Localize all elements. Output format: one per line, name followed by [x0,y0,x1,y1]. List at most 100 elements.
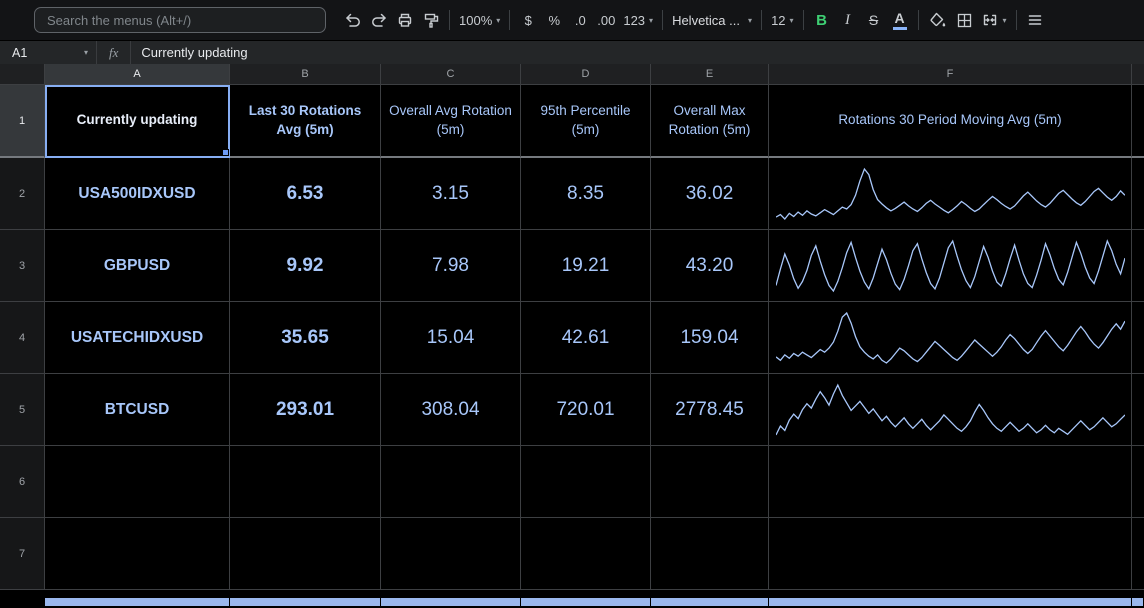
cell-A5[interactable]: BTCUSD [45,374,230,446]
cell-C2[interactable]: 3.15 [381,158,521,230]
paint-format-button[interactable] [418,7,444,33]
cell-D3[interactable]: 19.21 [521,230,651,302]
cell-C5[interactable]: 308.04 [381,374,521,446]
fill-handle[interactable] [222,149,229,156]
cell-A3[interactable]: GBPUSD [45,230,230,302]
chevron-down-icon: ▾ [1002,15,1007,25]
formula-bar: A1 ▾ fx Currently updating [0,40,1144,64]
increase-decimal-button[interactable]: .00 [593,7,619,33]
cell-E4[interactable]: 159.04 [651,302,769,374]
row-header-5[interactable]: 5 [0,374,45,446]
cell-A4[interactable]: USATECHIDXUSD [45,302,230,374]
merge-cells-button[interactable]: ▾ [977,7,1011,33]
bottom-row-band [1132,590,1144,608]
toolbar: 100%▾ $ % .0 .00 123▾ Helvetica ...▾ 12▾… [0,0,1144,40]
select-all-corner[interactable] [0,64,45,85]
cell-A7[interactable] [45,518,230,590]
cell-A2[interactable]: USA500IDXUSD [45,158,230,230]
font-size-value: 12 [771,12,786,28]
cell-F2[interactable] [769,158,1132,230]
cell-E2[interactable]: 36.02 [651,158,769,230]
italic-button[interactable]: I [835,7,861,33]
chevron-down-icon: ▾ [748,15,753,25]
column-header-b[interactable]: B [230,64,381,85]
strikethrough-button[interactable]: S [861,7,887,33]
cell-F1[interactable]: Rotations 30 Period Moving Avg (5m) [769,85,1132,158]
row-header-2[interactable]: 2 [0,158,45,230]
redo-button[interactable] [366,7,392,33]
cell-D4[interactable]: 42.61 [521,302,651,374]
cell-C1[interactable]: Overall Avg Rotation (5m) [381,85,521,158]
toolbar-separator [761,10,763,30]
cell-D1[interactable]: 95th Percentile (5m) [521,85,651,158]
font-family-select[interactable]: Helvetica ... ▾ [668,7,756,33]
more-formats-button[interactable]: 123 ▾ [619,7,657,33]
undo-button[interactable] [340,7,366,33]
cell-D7[interactable] [521,518,651,590]
toolbar-separator [662,10,664,30]
column-header-a[interactable]: A [45,64,230,85]
fill-color-button[interactable] [924,7,951,33]
cell-B1[interactable]: Last 30 Rotations Avg (5m) [230,85,381,158]
spreadsheet-app: 100%▾ $ % .0 .00 123▾ Helvetica ...▾ 12▾… [0,0,1144,608]
percent-format-button[interactable]: % [541,7,567,33]
cell-partial [1132,518,1144,590]
decrease-decimal-button[interactable]: .0 [567,7,593,33]
cell-F6[interactable] [769,446,1132,518]
sparkline-chart [775,311,1125,364]
cell-partial [1132,230,1144,302]
cell-F4[interactable] [769,302,1132,374]
cell-F5[interactable] [769,374,1132,446]
cell-E6[interactable] [651,446,769,518]
column-header-e[interactable]: E [651,64,769,85]
cell-C3[interactable]: 7.98 [381,230,521,302]
row-header-6[interactable]: 6 [0,446,45,518]
zoom-select[interactable]: 100% ▾ [455,7,504,33]
font-family-value: Helvetica ... [672,12,740,28]
cell-B2[interactable]: 6.53 [230,158,381,230]
toolbar-separator [1015,10,1017,30]
text-color-button[interactable]: A [887,7,913,33]
toolbar-separator [509,10,511,30]
name-box[interactable]: A1 ▾ [0,41,96,64]
formula-input[interactable]: Currently updating [131,45,247,60]
cell-E7[interactable] [651,518,769,590]
cell-B7[interactable] [230,518,381,590]
cell-F7[interactable] [769,518,1132,590]
column-header-d[interactable]: D [521,64,651,85]
cell-B6[interactable] [230,446,381,518]
cell-D5[interactable]: 720.01 [521,374,651,446]
row-header-partial [0,590,45,608]
cell-C4[interactable]: 15.04 [381,302,521,374]
undo-icon [346,13,360,27]
cell-E1[interactable]: Overall Max Rotation (5m) [651,85,769,158]
menu-search-input[interactable] [34,7,326,33]
row-header-1[interactable]: 1 [0,85,45,158]
cell-F3[interactable] [769,230,1132,302]
row-header-7[interactable]: 7 [0,518,45,590]
cell-D6[interactable] [521,446,651,518]
cell-E5[interactable]: 2778.45 [651,374,769,446]
cell-A6[interactable] [45,446,230,518]
horizontal-align-button[interactable] [1022,7,1048,33]
cell-C6[interactable] [381,446,521,518]
bold-button[interactable]: B [809,7,835,33]
cell-B3[interactable]: 9.92 [230,230,381,302]
row-header-4[interactable]: 4 [0,302,45,374]
cell-B4[interactable]: 35.65 [230,302,381,374]
fx-icon: fx [109,44,119,60]
cell-E3[interactable]: 43.20 [651,230,769,302]
print-button[interactable] [392,7,418,33]
cell-A1[interactable]: Currently updating [45,85,230,158]
font-size-select[interactable]: 12 ▾ [767,7,797,33]
cell-D2[interactable]: 8.35 [521,158,651,230]
chevron-down-icon: ▾ [496,15,501,25]
borders-button[interactable] [951,7,977,33]
toolbar-separator [917,10,919,30]
cell-B5[interactable]: 293.01 [230,374,381,446]
column-header-c[interactable]: C [381,64,521,85]
row-header-3[interactable]: 3 [0,230,45,302]
column-header-f[interactable]: F [769,64,1132,85]
cell-C7[interactable] [381,518,521,590]
currency-format-button[interactable]: $ [515,7,541,33]
